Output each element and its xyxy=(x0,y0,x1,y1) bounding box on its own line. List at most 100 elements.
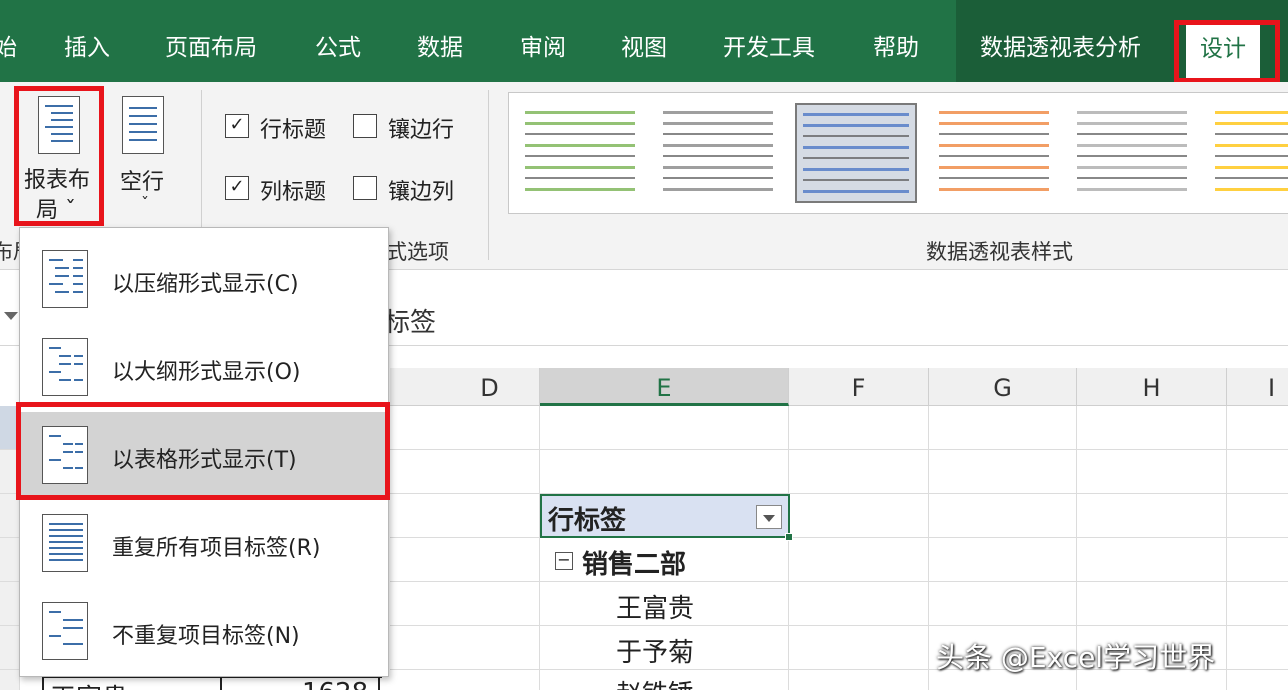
row-header[interactable] xyxy=(0,626,20,670)
grid-cell[interactable] xyxy=(1077,582,1227,626)
tab-help[interactable]: 帮助 xyxy=(873,0,919,82)
grid-cell[interactable] xyxy=(1227,670,1288,690)
banded-rows-checkbox[interactable] xyxy=(353,114,377,138)
grid-cell[interactable] xyxy=(789,538,929,582)
row-headers-label: 行标题 xyxy=(260,118,327,143)
swatch-line xyxy=(939,188,1049,191)
grid-cell[interactable] xyxy=(540,406,789,450)
menu-item-outline-form[interactable]: 以大纲形式显示(O) xyxy=(20,324,388,412)
grid-cell[interactable] xyxy=(390,582,540,626)
swatch-line xyxy=(803,146,909,149)
pivot-style-swatch[interactable] xyxy=(1071,103,1193,203)
tab-home[interactable]: 始 xyxy=(0,0,17,82)
row-headers-checkbox[interactable]: ✓ xyxy=(225,114,249,138)
grid-cell[interactable] xyxy=(390,494,540,538)
swatch-line xyxy=(525,144,635,147)
banded-rows-label: 镶边行 xyxy=(388,118,455,143)
tab-developer[interactable]: 开发工具 xyxy=(723,0,815,82)
name-box-dropdown-icon[interactable] xyxy=(4,312,18,320)
pivot-style-swatch[interactable] xyxy=(519,103,641,203)
pivot-style-swatch[interactable] xyxy=(1209,103,1288,203)
banded-columns-checkbox[interactable] xyxy=(353,176,377,200)
swatch-line xyxy=(939,122,1049,125)
pivot-item-row: 王富贵 xyxy=(616,594,695,624)
watermark: 头条 @Excel学习世界 xyxy=(936,641,1216,674)
pivot-style-swatch[interactable] xyxy=(933,103,1055,203)
menu-item-label: 以压缩形式显示(C) xyxy=(112,272,299,297)
tab-data[interactable]: 数据 xyxy=(417,0,463,82)
column-header-i[interactable]: I xyxy=(1227,368,1288,406)
grid-cell[interactable] xyxy=(390,450,540,494)
filter-dropdown-button[interactable] xyxy=(756,505,782,529)
grid-cell[interactable] xyxy=(1077,406,1227,450)
blank-rows-icon xyxy=(122,96,164,154)
grid-cell[interactable] xyxy=(1077,538,1227,582)
outline-form-icon xyxy=(42,338,88,396)
swatch-line xyxy=(1215,177,1288,179)
row-header[interactable] xyxy=(0,582,20,626)
tab-page-layout[interactable]: 页面布局 xyxy=(165,0,257,82)
grid-cell[interactable] xyxy=(1227,538,1288,582)
pivot-group-row: 销售二部 xyxy=(582,550,687,580)
pivot-style-swatch[interactable] xyxy=(795,103,917,203)
pivot-row-labels-cell[interactable]: 行标签 xyxy=(540,494,793,541)
column-header-h[interactable]: H xyxy=(1077,368,1227,406)
formula-bar-content[interactable]: 标签 xyxy=(384,302,436,339)
grid-cell[interactable] xyxy=(929,406,1077,450)
tab-view[interactable]: 视图 xyxy=(621,0,667,82)
swatch-line xyxy=(939,144,1049,147)
row-header[interactable] xyxy=(0,538,20,582)
grid-cell[interactable] xyxy=(789,494,929,538)
grid-cell[interactable] xyxy=(1077,494,1227,538)
swatch-line xyxy=(1077,188,1187,191)
swatch-line xyxy=(803,168,909,171)
row-header[interactable] xyxy=(0,670,20,690)
grid-cell[interactable] xyxy=(789,626,929,670)
compact-form-icon xyxy=(42,250,88,308)
grid-cell[interactable] xyxy=(390,670,540,690)
tab-pivot-analyze[interactable]: 数据透视表分析 xyxy=(956,0,1174,82)
menu-item-no-repeat-labels[interactable]: 不重复项目标签(N) xyxy=(20,588,388,676)
grid-cell[interactable] xyxy=(1227,450,1288,494)
grid-cell[interactable] xyxy=(1227,406,1288,450)
pivot-style-swatch[interactable] xyxy=(657,103,779,203)
grid-cell[interactable] xyxy=(1227,494,1288,538)
grid-cell[interactable] xyxy=(929,582,1077,626)
grid-cell[interactable] xyxy=(1227,582,1288,626)
swatch-line xyxy=(525,155,635,157)
row-header[interactable] xyxy=(0,494,20,538)
column-header-d[interactable]: D xyxy=(390,368,540,406)
tab-formulas[interactable]: 公式 xyxy=(315,0,361,82)
grid-cell[interactable] xyxy=(929,494,1077,538)
column-header-g[interactable]: G xyxy=(929,368,1077,406)
grid-cell[interactable] xyxy=(929,450,1077,494)
menu-item-repeat-all-labels[interactable]: 重复所有项目标签(R) xyxy=(20,500,388,588)
swatch-line xyxy=(939,133,1049,135)
grid-cell[interactable] xyxy=(929,538,1077,582)
blank-rows-button[interactable]: 空行 xyxy=(120,164,164,196)
swatch-line xyxy=(1077,155,1187,157)
swatch-line xyxy=(663,166,773,169)
grid-cell[interactable] xyxy=(540,450,789,494)
grid-cell[interactable] xyxy=(789,582,929,626)
fill-handle[interactable] xyxy=(785,533,793,541)
tab-review[interactable]: 审阅 xyxy=(520,0,566,82)
grid-cell[interactable] xyxy=(390,626,540,670)
column-headers-checkbox[interactable]: ✓ xyxy=(225,176,249,200)
tab-insert[interactable]: 插入 xyxy=(64,0,110,82)
column-header-e[interactable]: E xyxy=(540,368,789,406)
swatch-line xyxy=(939,177,1049,179)
grid-cell[interactable] xyxy=(390,538,540,582)
collapse-icon[interactable]: − xyxy=(555,552,573,570)
grid-cell[interactable] xyxy=(789,670,929,690)
grid-cell[interactable] xyxy=(1077,450,1227,494)
column-label: D xyxy=(480,374,499,402)
grid-cell[interactable] xyxy=(390,406,540,450)
grid-cell[interactable] xyxy=(789,450,929,494)
grid-cell[interactable] xyxy=(789,406,929,450)
column-header-f[interactable]: F xyxy=(789,368,929,406)
menu-item-compact-form[interactable]: 以压缩形式显示(C) xyxy=(20,236,388,324)
grid-cell[interactable] xyxy=(1227,626,1288,670)
swatch-line xyxy=(663,111,773,114)
swatch-line xyxy=(525,122,635,125)
